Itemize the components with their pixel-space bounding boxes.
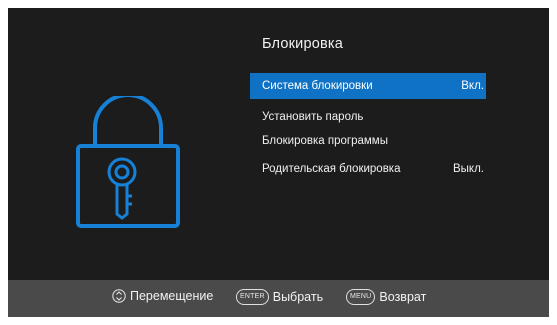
menu-item-set-password[interactable]: Установить пароль xyxy=(250,105,486,129)
menu-item-parental-lock[interactable]: Родительская блокировка Выкл. xyxy=(250,157,486,181)
tv-menu-screen: Блокировка Система блокировки Вкл. Устан… xyxy=(8,8,549,317)
up-down-arrows-icon xyxy=(112,289,126,303)
menu-item-label: Система блокировки xyxy=(262,80,373,92)
enter-key-icon: ENTER xyxy=(236,289,269,305)
menu-key-icon: MENU xyxy=(346,289,376,305)
menu-item-lock-system[interactable]: Система блокировки Вкл. xyxy=(250,73,486,99)
hint-select-label: Выбрать xyxy=(272,290,324,304)
hint-back: MENU Возврат xyxy=(346,289,426,305)
hint-navigate: Перемещение xyxy=(112,289,213,303)
padlock-icon xyxy=(73,96,183,236)
hint-navigate-label: Перемещение xyxy=(130,289,214,303)
menu-item-value: Вкл. xyxy=(461,80,484,92)
menu-item-program-lock[interactable]: Блокировка программы xyxy=(250,129,486,153)
hint-select: ENTER Выбрать xyxy=(236,289,323,305)
hint-back-label: Возврат xyxy=(379,290,427,304)
menu-item-value: Выкл. xyxy=(452,163,484,175)
lock-menu: Система блокировки Вкл. Установить парол… xyxy=(250,73,486,181)
menu-item-label: Установить пароль xyxy=(262,111,364,123)
footer-hint-bar: Перемещение ENTER Выбрать MENU Возврат xyxy=(8,280,549,317)
menu-title: Блокировка xyxy=(262,36,344,52)
menu-item-label: Родительская блокировка xyxy=(262,163,401,175)
menu-item-label: Блокировка программы xyxy=(262,135,388,147)
